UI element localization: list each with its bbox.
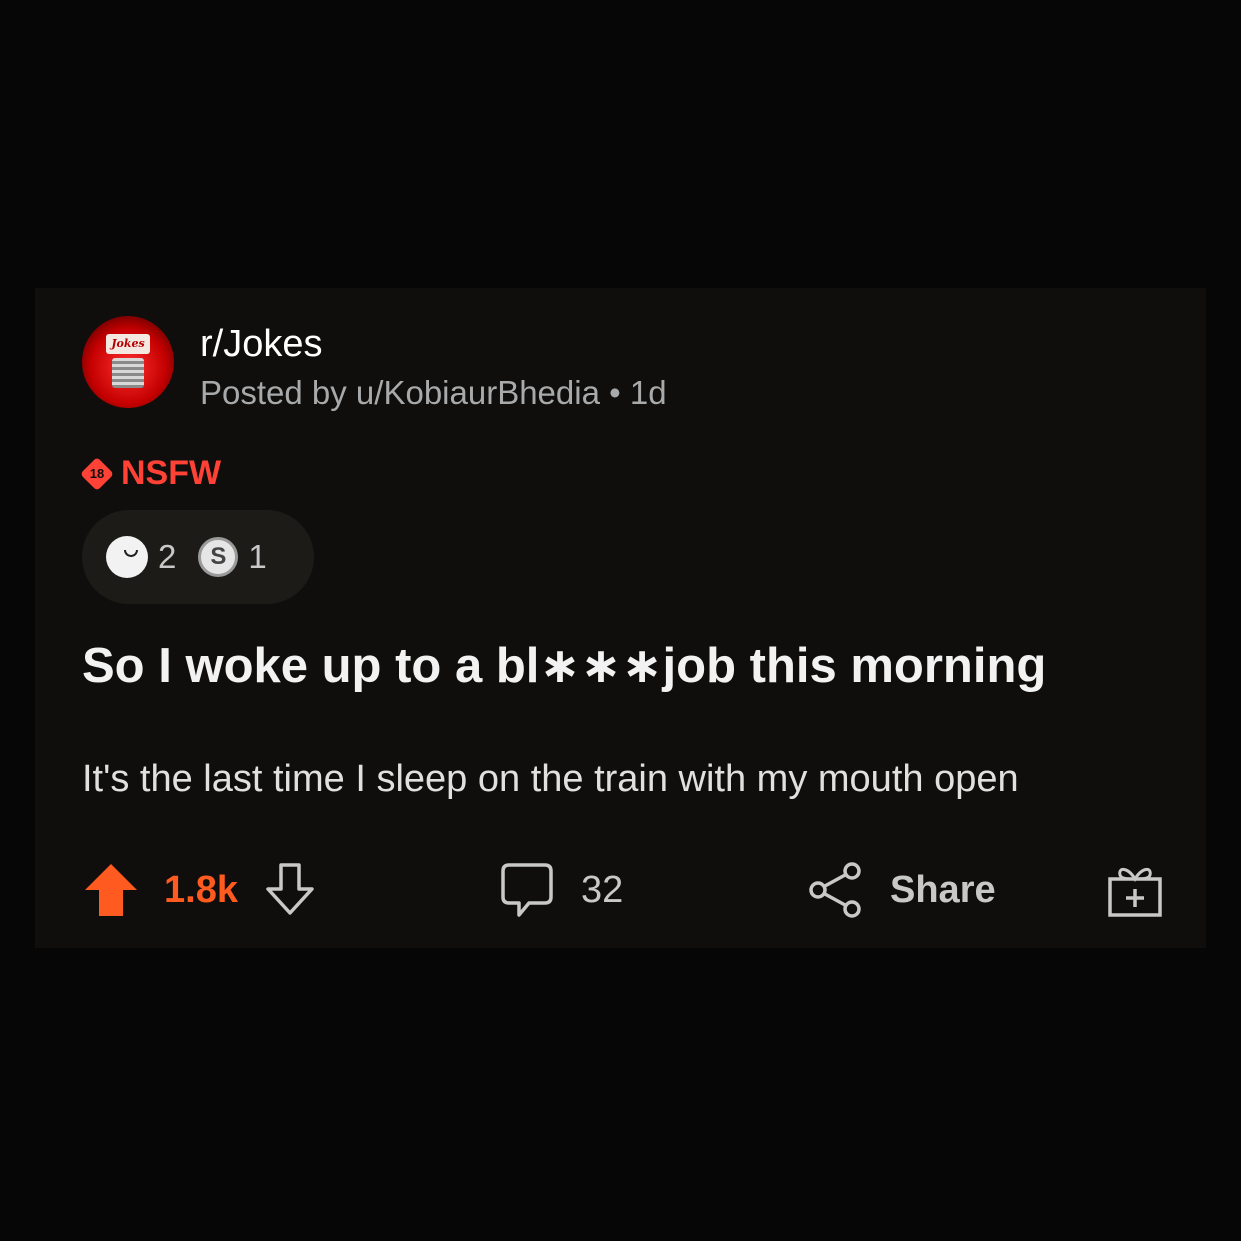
post-age: 1d <box>629 374 667 411</box>
post-title[interactable]: So I woke up to a bl∗∗∗job this morning <box>82 637 1046 694</box>
vote-group: 1.8k <box>82 860 318 920</box>
post-card[interactable]: Jokes r/Jokes Posted by u/KobiaurBhedia … <box>35 288 1206 948</box>
share-label: Share <box>890 868 996 911</box>
share-icon <box>808 861 864 919</box>
comment-bubble-icon <box>499 861 555 919</box>
subreddit-name[interactable]: r/Jokes <box>200 322 667 366</box>
comments-button[interactable]: 32 <box>499 860 623 920</box>
post-body: It's the last time I sleep on the train … <box>82 758 1019 800</box>
downvote-arrow-icon[interactable] <box>262 861 318 919</box>
laughing-face-icon <box>106 536 148 578</box>
share-button[interactable]: Share <box>808 860 996 920</box>
post-meta: r/Jokes Posted by u/KobiaurBhedia • 1d <box>200 322 667 413</box>
vote-count: 1.8k <box>164 868 238 911</box>
subreddit-avatar[interactable]: Jokes <box>82 316 174 408</box>
nsfw-18-icon: 18 <box>80 456 114 491</box>
post-byline: Posted by u/KobiaurBhedia • 1d <box>200 373 667 413</box>
upvote-arrow-icon[interactable] <box>82 861 140 919</box>
posted-by[interactable]: Posted by u/KobiaurBhedia <box>200 374 600 411</box>
post-header: Jokes r/Jokes Posted by u/KobiaurBhedia … <box>82 316 667 413</box>
nsfw-tag: 18 NSFW <box>80 454 222 493</box>
microphone-icon <box>112 358 144 388</box>
award-count: 2 <box>158 538 177 575</box>
nsfw-badge-number: 18 <box>89 465 105 481</box>
gift-icon <box>1106 861 1164 919</box>
silver-award-icon: S <box>198 537 239 577</box>
awards-pill[interactable]: 2 S 1 <box>82 510 314 604</box>
nsfw-label: NSFW <box>121 454 222 492</box>
byline-separator: • <box>609 374 621 411</box>
post-actions-bar: 1.8k 32 Share <box>82 860 1172 920</box>
subreddit-avatar-text: Jokes <box>106 334 150 354</box>
award-button[interactable] <box>1106 860 1164 920</box>
comment-count: 32 <box>581 868 624 911</box>
award-count: 1 <box>248 538 267 575</box>
